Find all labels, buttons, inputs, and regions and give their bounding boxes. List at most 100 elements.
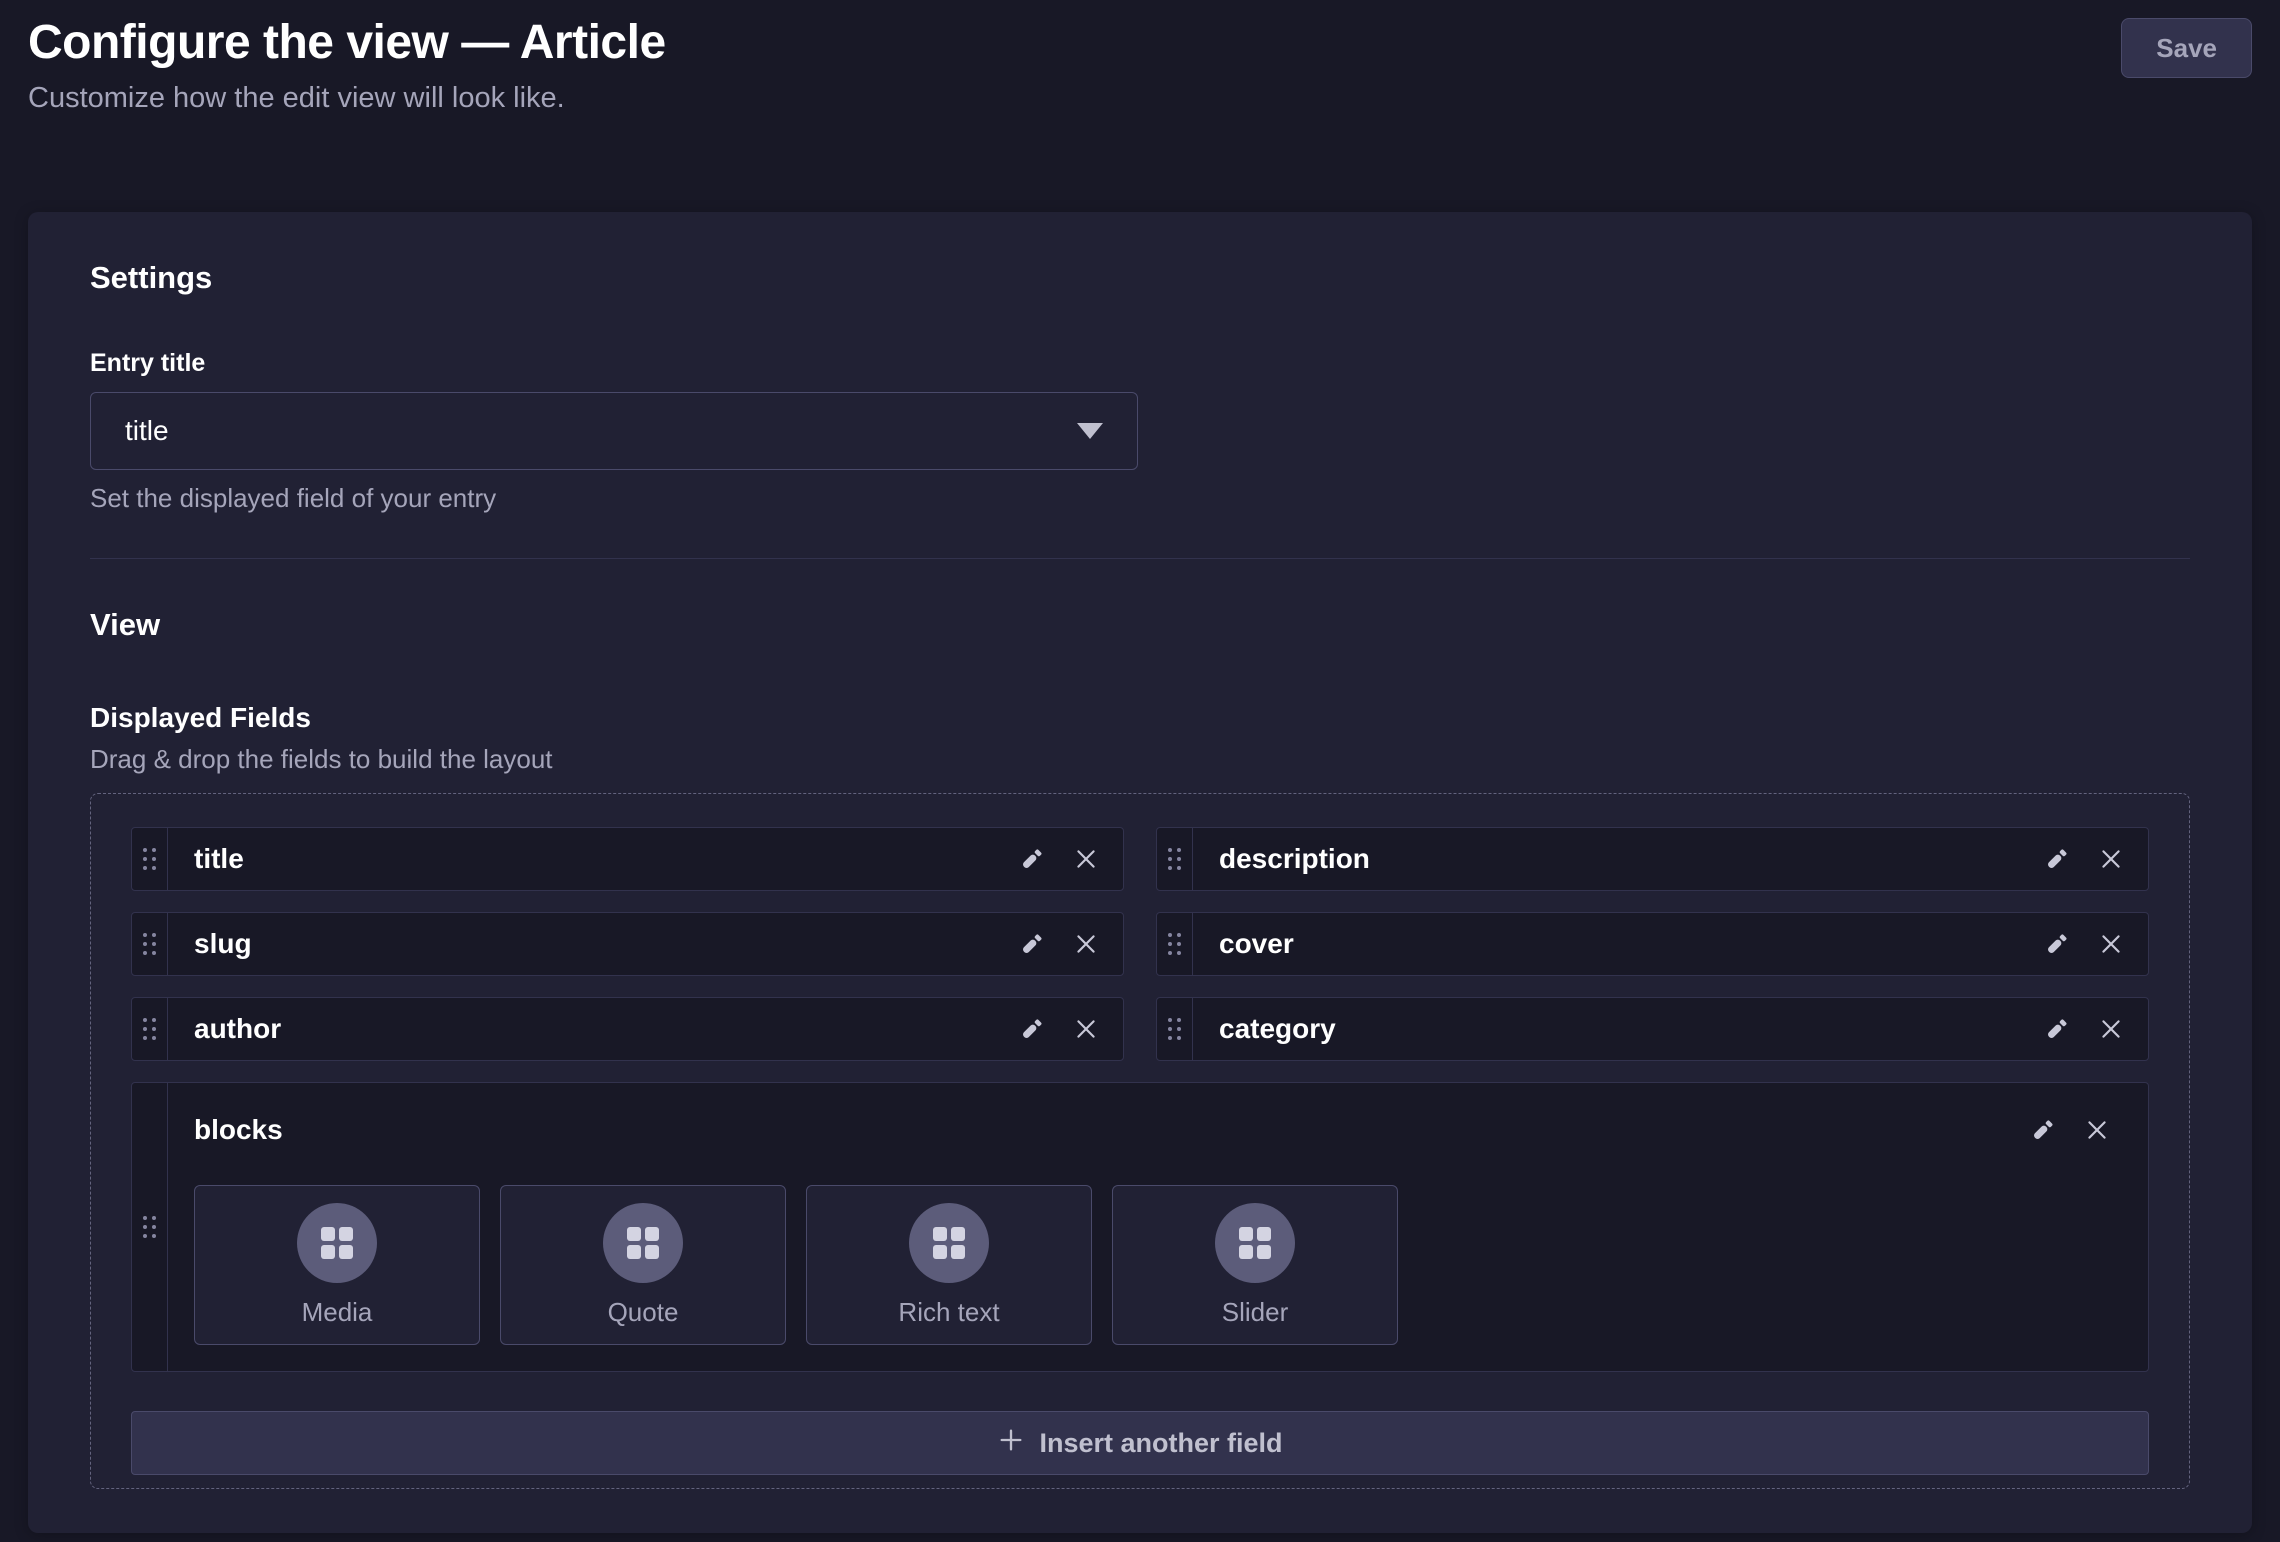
delete-field-button[interactable] [1063,921,1109,967]
field-row-actions [2034,998,2148,1060]
drag-dots-icon [143,1018,156,1040]
component-card-slider[interactable]: Slider [1112,1185,1398,1345]
insert-another-field-label: Insert another field [1039,1428,1282,1459]
plus-icon [997,1426,1025,1461]
delete-field-button[interactable] [2088,1006,2134,1052]
drag-handle[interactable] [132,1083,168,1371]
blocks-header: blocks [194,1107,2134,1153]
edit-field-button[interactable] [2034,1006,2080,1052]
section-divider [90,558,2190,559]
pencil-icon [2043,1015,2071,1043]
drag-handle[interactable] [1157,828,1193,890]
field-row-actions [1009,828,1123,890]
grid-icon [1239,1227,1271,1259]
field-row-author[interactable]: author [131,997,1124,1061]
drag-handle[interactable] [1157,998,1193,1060]
delete-field-button[interactable] [2088,921,2134,967]
save-button[interactable]: Save [2121,18,2252,78]
cross-icon [1073,1016,1099,1042]
pencil-icon [2043,845,2071,873]
displayed-fields-heading: Displayed Fields [90,701,2190,735]
entry-title-hint: Set the displayed field of your entry [90,482,2190,514]
drag-dots-icon [143,848,156,870]
cross-icon [2098,846,2124,872]
page-subtitle: Customize how the edit view will look li… [28,80,666,116]
component-icon-circle [909,1203,989,1283]
edit-field-button[interactable] [1009,921,1055,967]
edit-field-button[interactable] [1009,836,1055,882]
grid-icon [321,1227,353,1259]
caret-down-icon [1077,423,1103,439]
settings-heading: Settings [90,260,2190,296]
delete-field-button[interactable] [1063,1006,1109,1052]
page-header-text: Configure the view — Article Customize h… [28,14,666,116]
drag-dots-icon [1168,848,1181,870]
drag-handle[interactable] [1157,913,1193,975]
field-label: cover [1193,913,2034,975]
component-label: Quote [608,1297,679,1328]
edit-field-button[interactable] [2034,836,2080,882]
field-row-actions [2034,828,2148,890]
blocks-content: blocks [168,1083,2148,1371]
field-row-actions [1009,998,1123,1060]
delete-field-button[interactable] [2074,1107,2120,1153]
grid-icon [627,1227,659,1259]
component-card-media[interactable]: Media [194,1185,480,1345]
drag-handle[interactable] [132,828,168,890]
cross-icon [1073,846,1099,872]
cross-icon [2084,1117,2110,1143]
insert-another-field-button[interactable]: Insert another field [131,1411,2149,1475]
pencil-icon [2043,930,2071,958]
drag-handle[interactable] [132,913,168,975]
component-card-rich-text[interactable]: Rich text [806,1185,1092,1345]
pencil-icon [1018,1015,1046,1043]
entry-title-label: Entry title [90,348,2190,378]
field-label: blocks [194,1113,283,1147]
component-icon-circle [1215,1203,1295,1283]
drag-dots-icon [1168,1018,1181,1040]
edit-field-button[interactable] [2034,921,2080,967]
component-icon-circle [603,1203,683,1283]
cross-icon [2098,931,2124,957]
edit-field-button[interactable] [2020,1107,2066,1153]
cross-icon [2098,1016,2124,1042]
entry-title-select-value: title [125,415,169,447]
page-header: Configure the view — Article Customize h… [0,0,2280,116]
component-label: Slider [1222,1297,1288,1328]
grid-icon [933,1227,965,1259]
field-row-cover[interactable]: cover [1156,912,2149,976]
view-heading: View [90,607,2190,643]
field-label: slug [168,913,1009,975]
component-icon-circle [297,1203,377,1283]
delete-field-button[interactable] [2088,836,2134,882]
field-row-description[interactable]: description [1156,827,2149,891]
edit-field-button[interactable] [1009,1006,1055,1052]
pencil-icon [2029,1116,2057,1144]
displayed-fields-hint: Drag & drop the fields to build the layo… [90,743,2190,775]
component-label: Rich text [898,1297,999,1328]
field-row-actions [1009,913,1123,975]
field-row-blocks[interactable]: blocks [131,1082,2149,1372]
pencil-icon [1018,930,1046,958]
entry-title-select[interactable]: title [90,392,1138,470]
fields-dropzone: title description [90,793,2190,1489]
field-row-slug[interactable]: slug [131,912,1124,976]
pencil-icon [1018,845,1046,873]
delete-field-button[interactable] [1063,836,1109,882]
drag-dots-icon [143,1216,156,1238]
configure-view-card: Settings Entry title title Set the displ… [28,212,2252,1533]
cross-icon [1073,931,1099,957]
component-card-quote[interactable]: Quote [500,1185,786,1345]
field-row-title[interactable]: title [131,827,1124,891]
field-label: description [1193,828,2034,890]
field-label: title [168,828,1009,890]
field-row-category[interactable]: category [1156,997,2149,1061]
field-label: author [168,998,1009,1060]
component-label: Media [302,1297,373,1328]
drag-handle[interactable] [132,998,168,1060]
component-cards: Media Quote Rich text [194,1185,2134,1345]
field-label: category [1193,998,2034,1060]
drag-dots-icon [143,933,156,955]
page-title: Configure the view — Article [28,14,666,72]
field-row-actions [2020,1107,2134,1153]
